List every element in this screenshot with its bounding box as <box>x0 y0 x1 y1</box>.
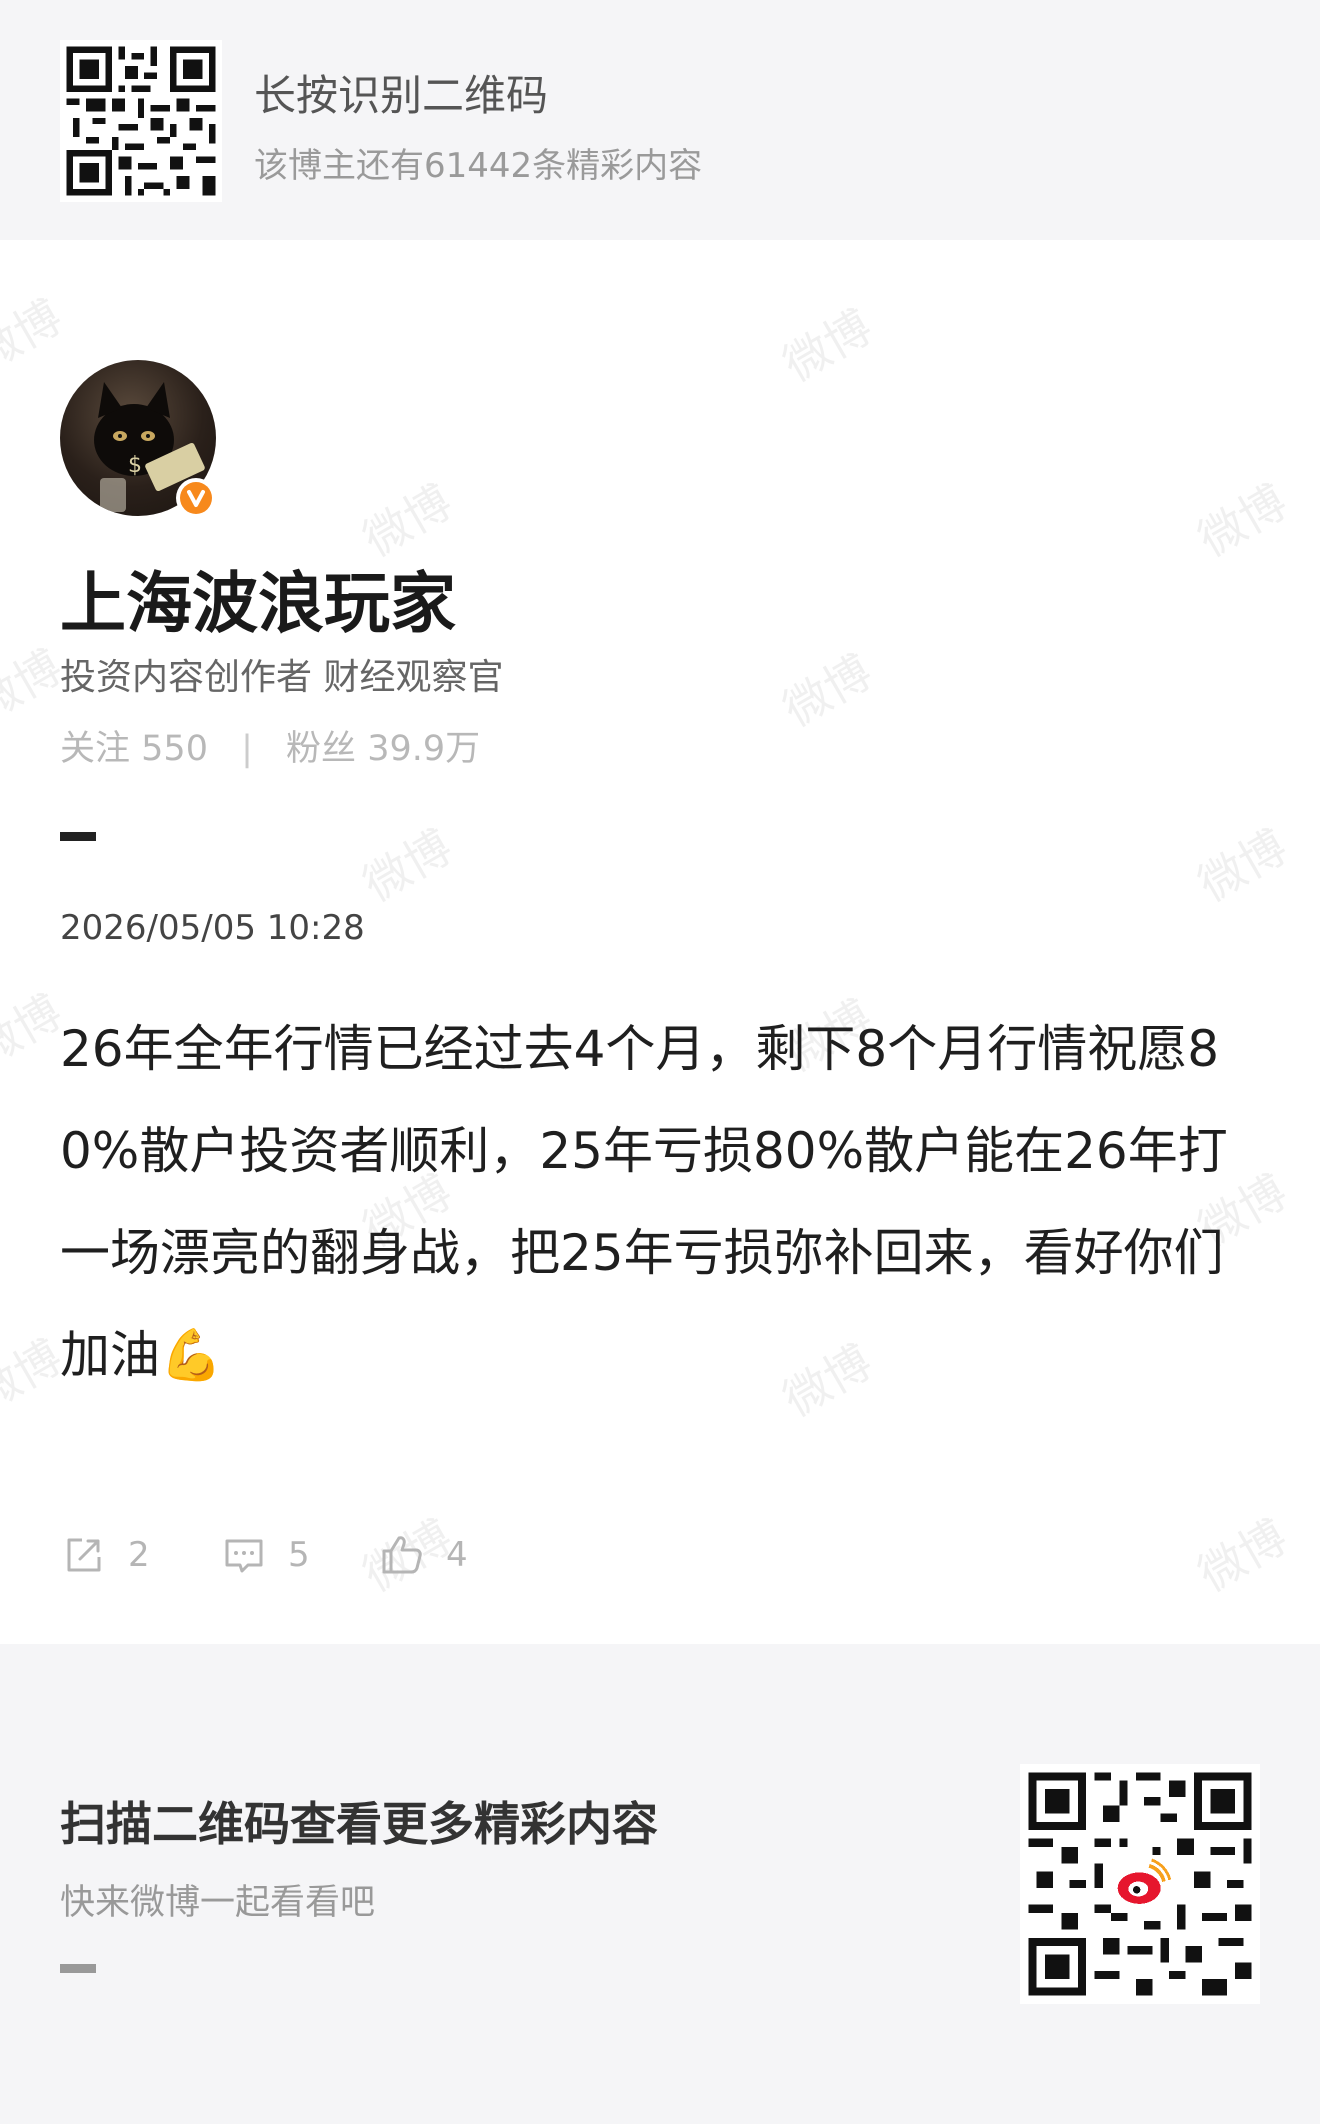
qr-code-icon <box>60 40 222 202</box>
watermark-text: 微博 <box>354 819 461 912</box>
user-description: 投资内容创作者 财经观察官 <box>60 657 504 698</box>
qr-code-small[interactable] <box>60 40 222 202</box>
qr-header-bar: 长按识别二维码 该博主还有61442条精彩内容 <box>0 0 1320 240</box>
thumbs-up-icon <box>382 1536 422 1574</box>
watermark-text: 微博 <box>1189 1509 1296 1602</box>
verified-icon <box>180 482 212 514</box>
fans-count: 39.9万 <box>367 729 481 769</box>
like-button[interactable]: 4 <box>378 1525 468 1585</box>
repost-button[interactable]: 2 <box>60 1525 150 1585</box>
footer-qr-panel: 扫描二维码查看更多精彩内容 快来微博一起看看吧 <box>0 1644 1320 2124</box>
fans-label: 粉丝 <box>286 729 357 769</box>
watermark-text: 微博 <box>774 644 881 737</box>
repost-count: 2 <box>128 1535 150 1575</box>
divider-mark <box>60 832 96 841</box>
footer-divider-mark <box>60 1964 96 1973</box>
follow-count: 550 <box>141 729 208 769</box>
share-icon <box>67 1538 101 1572</box>
user-stats: 关注 550 | 粉丝 39.9万 <box>60 720 480 771</box>
watermark-text: 微博 <box>1189 819 1296 912</box>
qr-header-subtitle: 该博主还有61442条精彩内容 <box>254 146 703 186</box>
post-content: 26年全年行情已经过去4个月，剩下8个月行情祝愿80%散户投资者顺利，25年亏损… <box>60 1020 1228 1384</box>
qr-code-large[interactable] <box>1020 1764 1260 2004</box>
weibo-qr-code-icon <box>1020 1764 1260 2004</box>
comment-icon <box>225 1539 263 1573</box>
user-name[interactable]: 上海波浪玩家 <box>60 550 456 646</box>
verified-badge <box>176 478 216 518</box>
post-timestamp: 2026/05/05 10:28 <box>60 908 365 948</box>
comment-count: 5 <box>288 1535 310 1575</box>
watermark-text: 微博 <box>0 289 71 382</box>
like-count: 4 <box>446 1535 468 1575</box>
follow-label: 关注 <box>60 729 131 769</box>
footer-title: 扫描二维码查看更多精彩内容 <box>60 1797 658 1851</box>
watermark-text: 微博 <box>774 299 881 392</box>
footer-subtitle: 快来微博一起看看吧 <box>60 1883 376 1923</box>
watermark-text: 微博 <box>1189 474 1296 567</box>
svg-text:$: $ <box>128 453 142 478</box>
stats-separator: | <box>241 729 253 769</box>
comment-button[interactable]: 5 <box>220 1525 310 1585</box>
qr-header-title: 长按识别二维码 <box>254 71 549 120</box>
